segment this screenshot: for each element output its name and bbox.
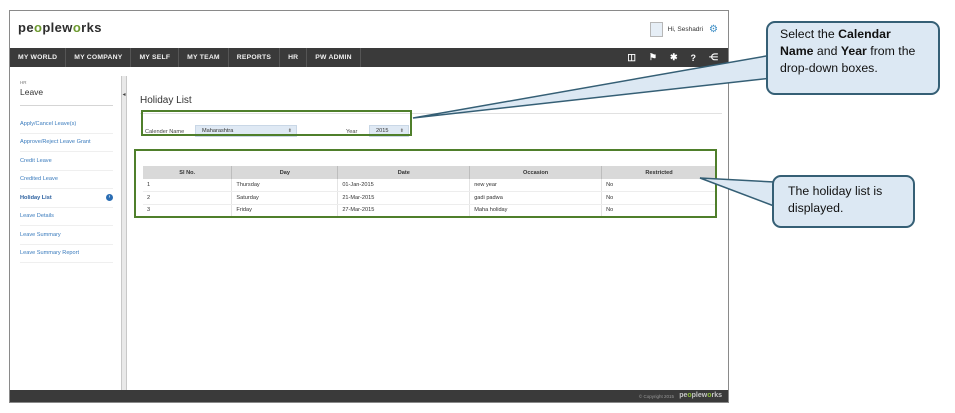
footer: © Copyright 2015 peopleworks xyxy=(10,390,728,402)
page-title: Holiday List xyxy=(140,95,192,106)
sidebar-item-label: Credited Leave xyxy=(20,176,58,183)
nav-hr[interactable]: HR xyxy=(280,48,308,67)
top-bar: peopleworks Hi, Seshadri ⚙ xyxy=(10,11,728,48)
sidebar-item-apply-cancel-leave[interactable]: Apply/Cancel Leave(s) xyxy=(20,115,113,134)
sidebar-item-leave-summary-report[interactable]: Leave Summary Report xyxy=(20,245,113,263)
sidebar-section-title: Leave xyxy=(20,87,44,97)
flag-icon[interactable]: ⚑ xyxy=(649,52,657,63)
callout-select-calendar: Select the Calendar Name and Year from t… xyxy=(766,21,940,95)
callout-holiday-list-displayed: The holiday list is displayed. xyxy=(772,175,915,228)
sidebar-section-label: HR xyxy=(20,80,27,85)
arrow-right-icon: › xyxy=(106,194,113,202)
main-navigation: MY WORLD MY COMPANY MY SELF MY TEAM REPO… xyxy=(10,48,728,67)
user-area: Hi, Seshadri ⚙ xyxy=(649,21,718,37)
nav-pw-admin[interactable]: PW ADMIN xyxy=(307,48,361,67)
share-icon[interactable]: ⋲ xyxy=(709,52,718,63)
nav-my-world[interactable]: MY WORLD xyxy=(10,48,67,67)
sidebar-menu: Apply/Cancel Leave(s) Approve/Reject Lea… xyxy=(20,115,113,263)
sidebar-item-approve-reject-leave-grant[interactable]: Approve/Reject Leave Grant xyxy=(20,134,113,152)
nav-icon-group: ◫ ⚑ ✱ ? ⋲ xyxy=(614,48,718,67)
sidebar-item-holiday-list[interactable]: Holiday List › xyxy=(20,189,113,208)
peopleworks-logo[interactable]: peopleworks xyxy=(18,20,102,35)
nav-my-team[interactable]: MY TEAM xyxy=(179,48,229,67)
sidebar-item-leave-summary[interactable]: Leave Summary xyxy=(20,226,113,245)
sidebar-item-label: Leave Details xyxy=(20,213,54,220)
sidebar-item-credit-leave[interactable]: Credit Leave xyxy=(20,152,113,171)
help-icon[interactable]: ? xyxy=(691,53,697,63)
sidebar-item-credited-leave[interactable]: Credited Leave xyxy=(20,171,113,189)
sidebar-collapse-handle[interactable]: ◂ xyxy=(121,76,127,400)
sidebar-item-label: Holiday List xyxy=(20,194,52,201)
nav-my-company[interactable]: MY COMPANY xyxy=(66,48,132,67)
nav-my-self[interactable]: MY SELF xyxy=(131,48,180,67)
nav-reports[interactable]: REPORTS xyxy=(229,48,281,67)
sidebar-divider xyxy=(20,105,113,106)
sidebar-item-label: Apply/Cancel Leave(s) xyxy=(20,120,77,127)
chevron-left-icon: ◂ xyxy=(122,92,126,98)
sidebar-item-leave-details[interactable]: Leave Details xyxy=(20,208,113,226)
avatar[interactable] xyxy=(649,21,663,37)
footer-logo: peopleworks xyxy=(679,392,722,399)
book-icon[interactable]: ◫ xyxy=(627,52,636,63)
sidebar-item-label: Leave Summary xyxy=(20,231,61,238)
copyright-text: © Copyright 2015 xyxy=(638,394,674,399)
table-highlight-frame xyxy=(134,149,717,218)
user-greeting: Hi, Seshadri xyxy=(667,25,704,33)
filter-highlight-frame xyxy=(141,110,412,136)
gear-icon[interactable]: ⚙ xyxy=(709,24,718,35)
sidebar-item-label: Leave Summary Report xyxy=(20,250,80,257)
tools-icon[interactable]: ✱ xyxy=(670,52,678,63)
sidebar-item-label: Credit Leave xyxy=(20,157,52,164)
sidebar-item-label: Approve/Reject Leave Grant xyxy=(20,139,91,146)
sidebar: HR Leave Apply/Cancel Leave(s) Approve/R… xyxy=(10,68,123,390)
